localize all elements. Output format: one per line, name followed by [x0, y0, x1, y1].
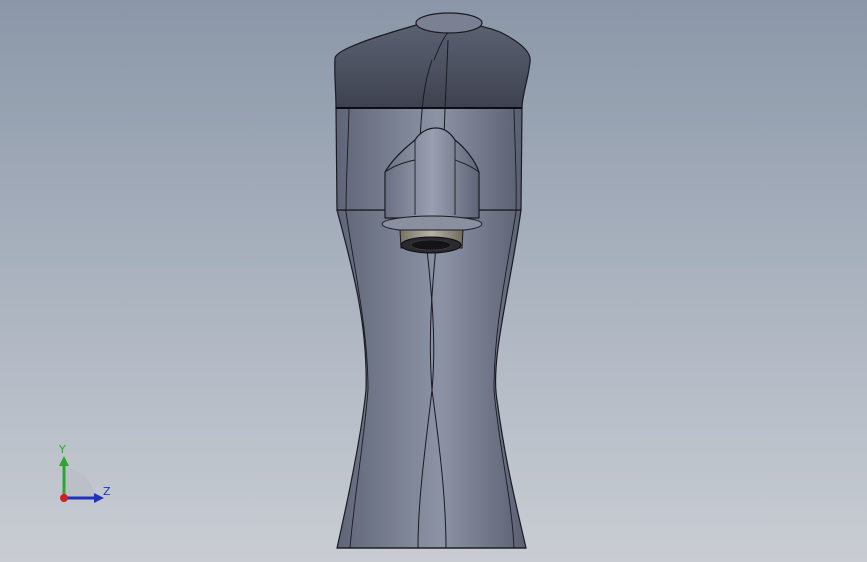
faucet-top-button [415, 12, 483, 34]
triad-y-label: Y [58, 443, 66, 456]
triad-z-label: Z [103, 485, 111, 498]
view-triad: Y Z [58, 443, 111, 503]
graphics-viewport[interactable]: Y Z [0, 0, 867, 562]
faucet-model[interactable] [0, 0, 867, 562]
triad-plane-shade [64, 468, 94, 498]
triad-x-axis [60, 494, 68, 502]
aerator-outlet-inner [410, 239, 452, 251]
triad-y-arrow [59, 456, 69, 466]
faucet-top-cap [334, 21, 531, 109]
